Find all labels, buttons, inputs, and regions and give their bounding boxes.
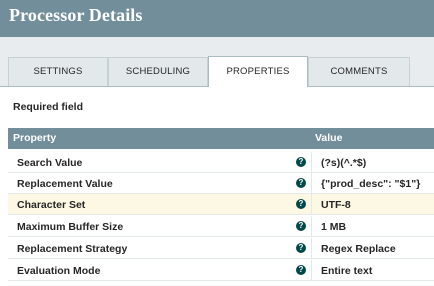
dialog-header: Processor Details [0,0,434,37]
table-row[interactable]: Replacement Value ? {"prod_desc": "$1"} [8,173,434,194]
table-row[interactable]: Maximum Buffer Size ? 1 MB [8,216,434,237]
property-name: Maximum Buffer Size [17,221,124,233]
property-value[interactable]: UTF-8 [321,199,351,211]
tab-properties[interactable]: PROPERTIES [208,56,308,87]
table-row[interactable]: Search Value ? (?s)(^.*$) [8,152,434,173]
property-name: Character Set [17,199,86,211]
property-value[interactable]: Entire text [321,265,372,277]
column-divider [311,260,312,281]
property-name: Replacement Value [17,178,113,190]
table-row[interactable]: Evaluation Mode ? Entire text [8,260,434,281]
column-divider [311,238,312,259]
column-divider [311,173,312,194]
property-name: Evaluation Mode [17,265,101,277]
help-icon[interactable]: ? [296,221,306,231]
column-divider [311,216,312,237]
property-value[interactable]: {"prod_desc": "$1"} [321,178,420,190]
properties-table: Property Value Search Value ? (?s)(^.*$)… [8,128,434,286]
column-header-property[interactable]: Property [13,132,56,144]
property-value[interactable]: Regex Replace [321,243,396,255]
help-icon[interactable]: ? [296,178,306,188]
property-value[interactable]: (?s)(^.*$) [321,157,366,169]
tab-comments[interactable]: COMMENTS [308,57,410,86]
tab-bar: SETTINGS SCHEDULING PROPERTIES COMMENTS [0,37,434,87]
tab-settings[interactable]: SETTINGS [8,57,108,86]
table-row[interactable]: Replacement Strategy ? Regex Replace [8,238,434,259]
property-name: Search Value [17,157,83,169]
column-divider [311,194,312,215]
dialog-title: Processor Details [9,5,143,25]
tab-scheduling[interactable]: SCHEDULING [108,57,208,86]
column-header-value[interactable]: Value [315,132,342,144]
help-icon[interactable]: ? [296,243,306,253]
help-icon[interactable]: ? [296,265,306,275]
column-divider [311,152,312,173]
table-header: Property Value [8,128,434,149]
property-value[interactable]: 1 MB [321,221,346,233]
help-icon[interactable]: ? [296,157,306,167]
help-icon[interactable]: ? [296,199,306,209]
table-row-selected[interactable]: Character Set ? UTF-8 [8,194,434,215]
property-name: Replacement Strategy [17,243,128,255]
required-field-label: Required field [13,101,84,113]
